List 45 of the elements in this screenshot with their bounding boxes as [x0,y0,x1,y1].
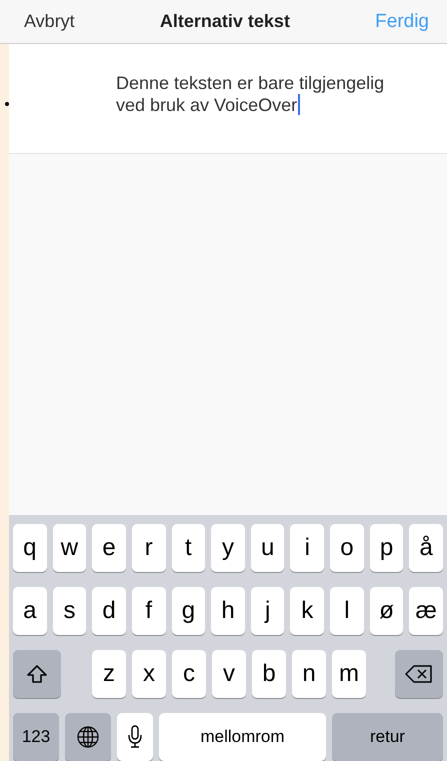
letter-key[interactable]: æ [409,587,444,635]
letter-key[interactable]: e [92,524,126,572]
microphone-key[interactable] [117,713,153,761]
letter-key[interactable]: z [92,650,126,698]
letter-key[interactable]: d [92,587,126,635]
letter-key[interactable]: n [292,650,326,698]
backspace-icon [405,664,433,684]
letter-key[interactable]: g [172,587,206,635]
letter-key[interactable]: b [252,650,286,698]
letter-key[interactable]: p [370,524,404,572]
letter-key[interactable]: r [132,524,166,572]
letter-key[interactable]: v [212,650,246,698]
letter-key[interactable]: a [13,587,47,635]
letter-key[interactable]: å [409,524,444,572]
letter-key[interactable]: o [330,524,364,572]
globe-icon [76,725,100,749]
cancel-button[interactable]: Avbryt [24,11,75,32]
letter-key[interactable]: i [290,524,324,572]
letter-key[interactable]: k [290,587,324,635]
letter-key[interactable]: l [330,587,364,635]
letter-key[interactable]: f [132,587,166,635]
letter-key[interactable]: q [13,524,47,572]
space-key[interactable]: mellomrom [159,713,326,761]
globe-key[interactable] [65,713,111,761]
microphone-icon [128,725,142,749]
letter-key[interactable]: y [211,524,245,572]
numbers-key[interactable]: 123 [13,713,59,761]
shift-icon [26,664,48,684]
text-field[interactable]: Denne teksten er bare tilgjengelig ved bruk av VoiceOver [9,44,447,154]
text-cursor [298,94,300,115]
backspace-key[interactable] [395,650,443,698]
letter-key[interactable]: w [52,524,86,572]
return-key[interactable]: retur [332,713,443,761]
letter-key[interactable]: x [132,650,166,698]
letter-key[interactable]: c [172,650,206,698]
letter-key[interactable]: j [250,587,284,635]
shift-key[interactable] [13,650,61,698]
letter-key[interactable]: h [211,587,245,635]
nav-title: Alternativ tekst [160,11,290,32]
letter-key[interactable]: u [250,524,284,572]
bullet-icon [5,102,9,106]
letter-key[interactable]: s [52,587,86,635]
letter-key[interactable]: ø [370,587,404,635]
letter-key[interactable]: m [332,650,366,698]
letter-key[interactable]: t [172,524,206,572]
